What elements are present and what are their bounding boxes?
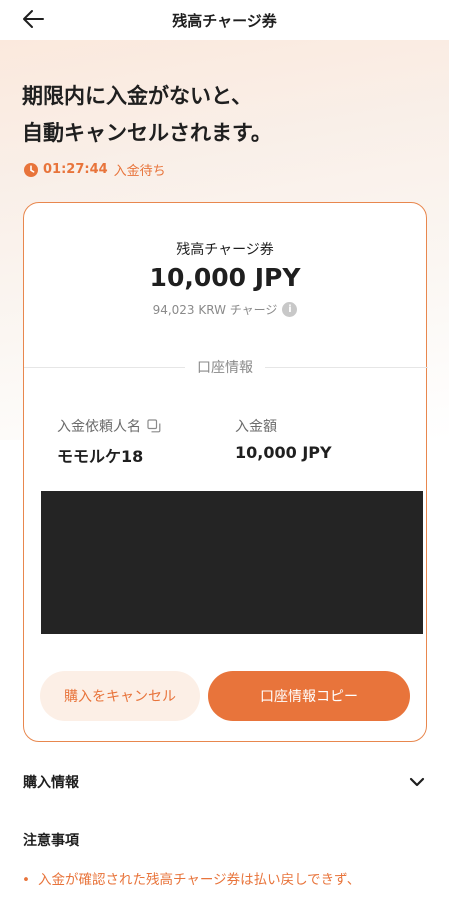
deposit-amount-value: 10,000 JPY — [235, 443, 332, 462]
arrow-left-icon — [23, 10, 44, 28]
deadline-warning-line-1: 期限内に入金がないと、 — [22, 84, 253, 108]
account-info-label: 口座情報 — [185, 360, 265, 376]
countdown-timer: 01:27:44 入金待ち — [24, 160, 166, 179]
timer-time: 01:27:44 — [43, 162, 108, 177]
purchase-info-toggle[interactable]: 購入情報 — [0, 762, 449, 802]
page-title: 残高チャージ券 — [172, 11, 277, 30]
chevron-down-icon — [409, 777, 425, 787]
account-info-divider: 口座情報 — [24, 357, 428, 377]
cancel-purchase-button[interactable]: 購入をキャンセル — [40, 671, 200, 721]
bullet-icon: • — [22, 872, 30, 888]
depositor-name-value: モモルケ18 — [57, 447, 144, 466]
copy-account-info-button[interactable]: 口座情報コピー — [208, 671, 410, 721]
redacted-account-details — [41, 491, 423, 634]
timer-status: 入金待ち — [113, 164, 166, 179]
voucher-type: 残高チャージ券 — [176, 242, 274, 258]
depositor-name-label: 入金依頼人名 — [57, 416, 161, 436]
deadline-warning-line-2: 自動キャンセルされます。 — [22, 121, 272, 145]
krw-charge-text: 94,023 KRW チャージ — [152, 303, 278, 317]
purchase-info-label: 購入情報 — [23, 775, 79, 791]
info-icon[interactable]: i — [282, 302, 298, 317]
voucher-amount: 10,000 JPY — [149, 263, 301, 292]
deposit-amount-label: 入金額 — [235, 419, 277, 435]
note-text: 入金が確認された残高チャージ券は払い戻しできず、 — [37, 872, 361, 888]
header: 残高チャージ券 — [0, 0, 449, 40]
notes-title: 注意事項 — [23, 833, 79, 849]
deadline-warning-title: 期限内に入金がないと、 自動キャンセルされます。 — [22, 78, 422, 152]
note-item: • 入金が確認された残高チャージ券は払い戻しできず、 — [22, 869, 427, 891]
clock-icon — [24, 162, 38, 177]
copy-icon[interactable] — [147, 419, 161, 433]
voucher-card: 残高チャージ券 10,000 JPY 94,023 KRW チャージ i 口座情… — [23, 202, 428, 742]
krw-charge-amount: 94,023 KRW チャージ i — [24, 301, 426, 318]
back-button[interactable] — [18, 6, 48, 32]
